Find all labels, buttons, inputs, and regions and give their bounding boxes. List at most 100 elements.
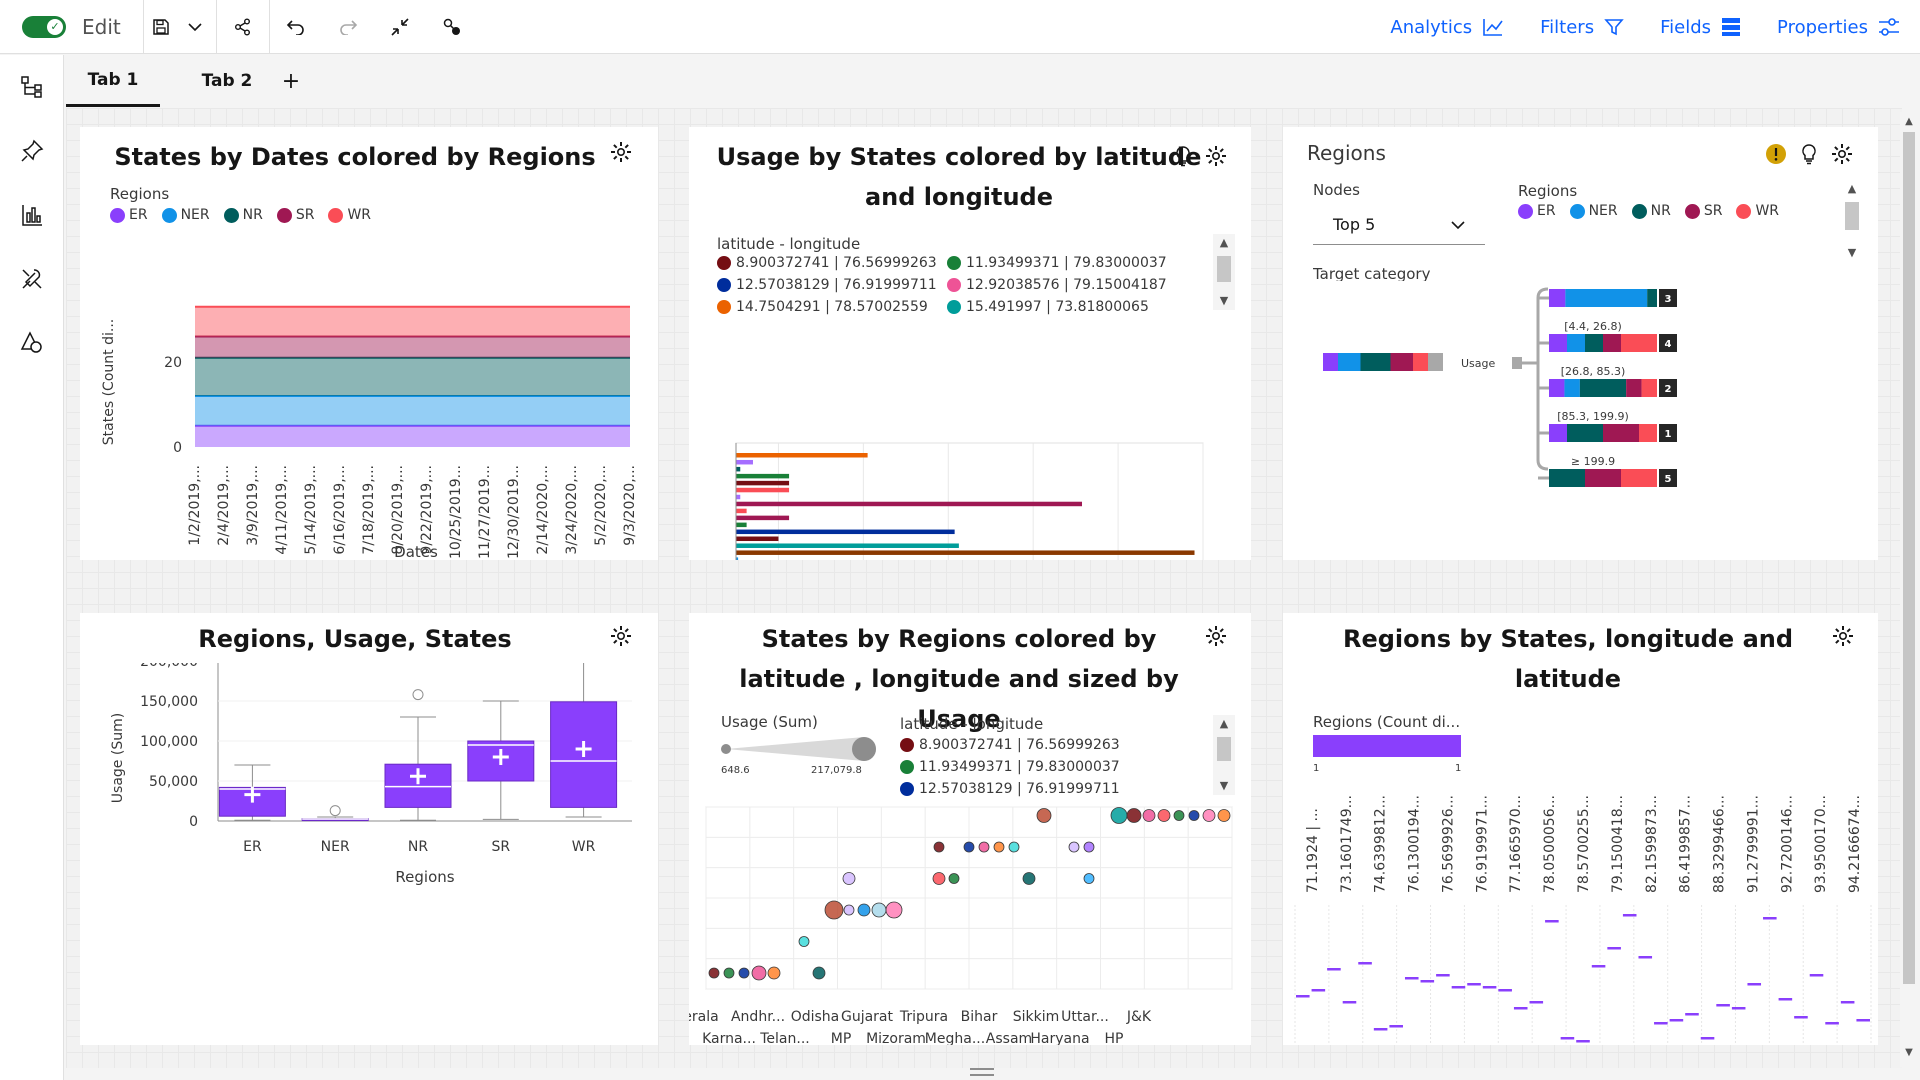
tab-2[interactable]: Tab 2 [180,55,274,107]
legend-item[interactable]: 12.92038576 | 79.15004187 [947,277,1167,293]
drill-button[interactable] [426,0,478,54]
heatmap-cell [1731,1007,1746,1010]
count-label: 3 [1665,294,1672,305]
legend-item[interactable]: 11.93499371 | 79.83000037 [900,759,1120,775]
tile-states-by-regions-scatter[interactable]: States by Regions colored by latitude , … [689,613,1251,1045]
scroll-up-icon[interactable]: ▲ [1213,717,1235,730]
legend-label: SR [295,207,315,223]
analytics-button[interactable]: Analytics [1390,17,1504,38]
collapse-button[interactable] [374,0,426,54]
legend-item[interactable]: SR [1684,203,1722,219]
gear-icon[interactable] [1831,143,1853,165]
legend-swatch [110,207,125,223]
gear-icon[interactable] [610,141,632,163]
tile-regions-usage-states[interactable]: Regions, Usage, States 0 50,000 100,000 150… [80,613,658,1045]
filters-button[interactable]: Filters [1540,17,1624,38]
legend-item[interactable]: WR [1736,203,1779,219]
undo-button[interactable] [270,0,322,54]
heatmap-cell [1327,968,1341,971]
tile-regions-by-states-heatmap[interactable]: Regions by States, longitude and latitud… [1283,613,1878,1045]
branch-node-segment [1639,424,1657,442]
edit-mode-toggle[interactable]: ✓ [22,15,66,38]
legend-item[interactable]: SR [276,207,315,223]
legend-item[interactable]: ER [110,207,148,223]
properties-button[interactable]: Properties [1777,17,1900,38]
legend-item[interactable]: WR [328,207,371,223]
x-tick-label: 94.2166674... [1847,795,1863,893]
sidebar-item-widgets[interactable] [0,247,64,311]
tile-usage-by-states[interactable]: Usage by States colored by latitude and … [689,127,1251,560]
scroll-thumb[interactable] [1217,256,1231,282]
tab-1[interactable]: Tab 1 [66,55,160,107]
redo-button[interactable] [322,0,374,54]
scroll-up-icon[interactable]: ▲ [1841,182,1863,195]
lightbulb-icon[interactable] [1173,145,1193,167]
scroll-down-icon[interactable]: ▼ [1213,779,1235,792]
bar [736,487,790,493]
branch-label: [85.3, 199.9) [1557,410,1629,423]
tile-regions-decision-tree[interactable]: Regions Nodes Top 5 Target category Regi… [1283,127,1878,560]
scroll-thumb[interactable] [1845,202,1859,230]
heatmap-cell [1638,956,1653,959]
save-menu-button[interactable] [178,0,212,54]
canvas-scrollbar[interactable]: ▲ ▼ [1900,112,1918,1067]
nodes-dropdown[interactable]: Top 5 [1313,205,1485,245]
heatmap-cell [1467,983,1481,986]
legend-item[interactable]: 12.57038129 | 76.91999711 [900,781,1120,797]
scroll-down-icon[interactable]: ▼ [1903,1047,1915,1059]
x-tick-label: 1/2/2019,... [187,465,203,546]
legend-item[interactable]: 8.900372741 | 76.56999263 [900,737,1120,753]
scroll-thumb[interactable] [1217,737,1231,761]
legend-label: 15.491997 | 73.81800065 [966,299,1149,315]
warning-icon[interactable] [1765,143,1787,165]
share-button[interactable] [217,0,269,54]
gear-icon[interactable] [1205,625,1227,647]
save-button[interactable] [144,0,178,54]
scroll-up-icon[interactable]: ▲ [1903,116,1915,128]
fields-button[interactable]: Fields [1660,17,1741,38]
legend-item[interactable]: ER [1518,203,1556,219]
legend-scrollbar[interactable]: ▲ ▼ [1213,715,1235,795]
lightbulb-icon[interactable] [1799,143,1819,165]
scroll-down-icon[interactable]: ▼ [1841,246,1863,259]
legend-item[interactable]: NR [223,207,263,223]
root-node-segment [1390,353,1413,371]
legend-item[interactable]: NR [1631,203,1671,219]
sidebar-item-visualizations[interactable] [0,183,64,247]
scatter-point [1142,809,1156,822]
sidebar-item-shapes[interactable] [0,311,64,375]
legend-item[interactable]: 15.491997 | 73.81800065 [947,299,1149,315]
area-series-sr [195,336,630,358]
legend-item[interactable]: NER [161,207,210,223]
x-tick-label: 93.9500170... [1813,795,1829,893]
scroll-thumb[interactable] [1903,132,1915,984]
x-tick-label: ER [243,839,262,855]
gear-icon[interactable] [1205,145,1227,167]
scatter-point [842,872,856,885]
filter-icon [1604,19,1624,36]
scroll-up-icon[interactable]: ▲ [1213,236,1235,249]
legend-scrollbar[interactable]: ▲ ▼ [1841,180,1863,264]
legend-scrollbar[interactable]: ▲ ▼ [1213,234,1235,310]
gear-icon[interactable] [610,625,632,647]
root-node-segment [1338,353,1361,371]
legend-item[interactable]: 8.900372741 | 76.56999263 [717,255,937,271]
gear-icon[interactable] [1832,625,1854,647]
legend-item[interactable]: 14.7504291 | 78.57002559 [717,299,928,315]
legend-title: Regions (Count di... [1313,713,1461,731]
scatter-point [871,902,887,918]
x-tick-label: 2/4/2019,... [216,465,232,546]
sidebar-item-data-tree[interactable] [0,55,64,119]
tile-states-by-dates[interactable]: States by Dates colored by Regions Regio… [80,127,658,560]
legend-item[interactable]: 12.57038129 | 76.91999711 [717,277,937,293]
legend-item[interactable]: 11.93499371 | 79.83000037 [947,255,1167,271]
scatter-point [1173,810,1185,821]
bar [736,501,1083,507]
add-tab-button[interactable]: + [276,55,306,107]
resize-handle[interactable] [970,1068,994,1076]
legend-item[interactable]: NER [1569,203,1618,219]
scroll-down-icon[interactable]: ▼ [1213,294,1235,307]
legend-swatch [1569,203,1585,219]
heatmap-cell [1373,1028,1388,1031]
sidebar-item-pin[interactable] [0,119,64,183]
